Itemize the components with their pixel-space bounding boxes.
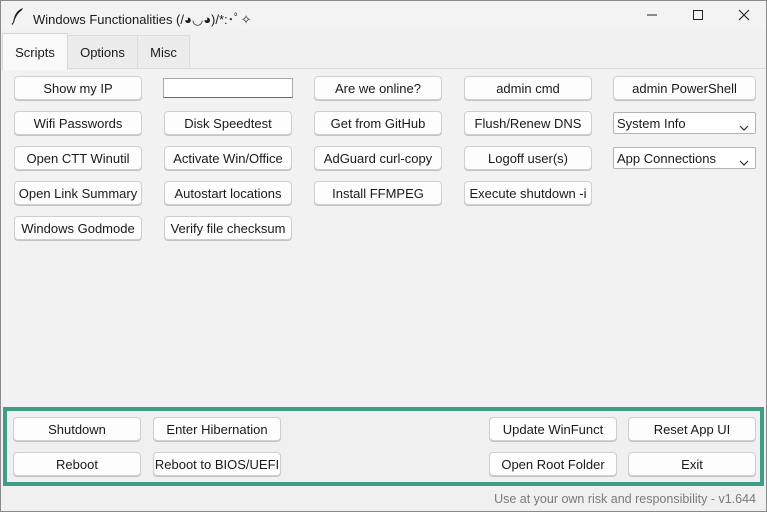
app-window: Windows Functionalities (/◕◡◕)/*:･ﾟ✧ Scr… <box>0 0 767 512</box>
tab-options[interactable]: Options <box>67 35 138 69</box>
tab-misc[interactable]: Misc <box>137 35 190 69</box>
footer-controls: Shutdown Enter Hibernation Update WinFun… <box>3 407 764 486</box>
install-ffmpeg-button[interactable]: Install FFMPEG <box>314 181 442 205</box>
chevron-down-icon <box>739 120 749 131</box>
reboot-button[interactable]: Reboot <box>13 452 141 476</box>
maximize-icon <box>692 9 704 24</box>
tab-bar: Scripts Options Misc <box>1 33 766 70</box>
reset-app-ui-button[interactable]: Reset App UI <box>628 417 756 441</box>
shutdown-button[interactable]: Shutdown <box>13 417 141 441</box>
open-root-folder-button[interactable]: Open Root Folder <box>489 452 617 476</box>
reboot-bios-button[interactable]: Reboot to BIOS/UEFI <box>153 452 281 476</box>
open-ctt-winutil-button[interactable]: Open CTT Winutil <box>14 146 142 170</box>
maximize-button[interactable] <box>675 1 721 31</box>
scripts-panel: Show my IP Are we online? admin cmd admi… <box>2 68 766 406</box>
adguard-curl-copy-button[interactable]: AdGuard curl-copy <box>314 146 442 170</box>
admin-cmd-button[interactable]: admin cmd <box>464 76 592 100</box>
system-info-select-value: System Info <box>617 115 686 131</box>
autostart-locations-button[interactable]: Autostart locations <box>164 181 292 205</box>
update-winfunct-button[interactable]: Update WinFunct <box>489 417 617 441</box>
exit-button[interactable]: Exit <box>628 452 756 476</box>
windows-godmode-button[interactable]: Windows Godmode <box>14 216 142 240</box>
flush-dns-button[interactable]: Flush/Renew DNS <box>464 111 592 135</box>
show-ip-button[interactable]: Show my IP <box>14 76 142 100</box>
disk-speedtest-button[interactable]: Disk Speedtest <box>164 111 292 135</box>
logoff-users-button[interactable]: Logoff user(s) <box>464 146 592 170</box>
window-title: Windows Functionalities (/◕◡◕)/*:･ﾟ✧ <box>33 12 252 27</box>
title-bar[interactable]: Windows Functionalities (/◕◡◕)/*:･ﾟ✧ <box>1 1 766 31</box>
are-we-online-button[interactable]: Are we online? <box>314 76 442 100</box>
wifi-passwords-button[interactable]: Wifi Passwords <box>14 111 142 135</box>
system-info-select[interactable]: System Info <box>613 112 756 134</box>
feather-icon <box>11 7 25 25</box>
close-icon <box>738 9 750 24</box>
tab-scripts[interactable]: Scripts <box>2 33 68 70</box>
get-from-github-button[interactable]: Get from GitHub <box>314 111 442 135</box>
app-connections-select[interactable]: App Connections <box>613 147 756 169</box>
status-text: Use at your own risk and responsibility … <box>494 492 756 506</box>
open-link-summary-button[interactable]: Open Link Summary <box>14 181 142 205</box>
admin-powershell-button[interactable]: admin PowerShell <box>613 76 756 100</box>
chevron-down-icon <box>739 155 749 166</box>
verify-checksum-button[interactable]: Verify file checksum <box>164 216 292 240</box>
activate-win-office-button[interactable]: Activate Win/Office <box>164 146 292 170</box>
close-button[interactable] <box>721 1 767 31</box>
minimize-button[interactable] <box>629 1 675 31</box>
minimize-icon <box>646 9 658 24</box>
ip-output-field[interactable] <box>163 78 293 98</box>
app-connections-select-value: App Connections <box>617 150 717 166</box>
execute-shutdown-i-button[interactable]: Execute shutdown -i <box>464 181 592 205</box>
enter-hibernation-button[interactable]: Enter Hibernation <box>153 417 281 441</box>
